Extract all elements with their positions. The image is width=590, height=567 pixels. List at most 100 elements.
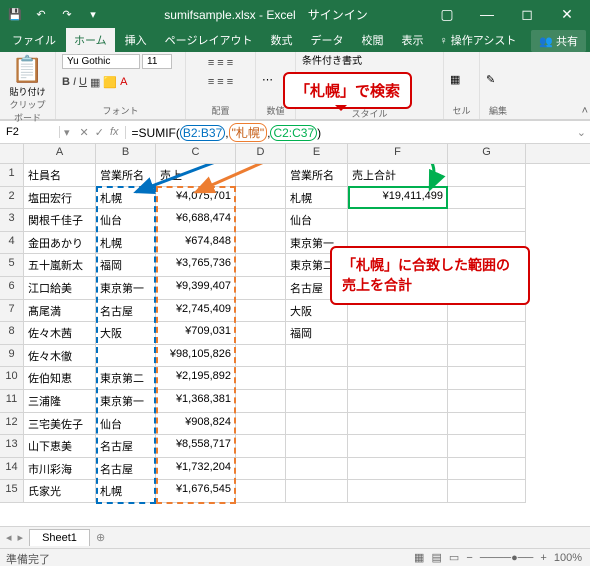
cell[interactable]: 札幌 <box>96 232 156 255</box>
name-box[interactable]: F2 <box>0 126 60 138</box>
paste-icon[interactable]: 📋 <box>11 54 43 85</box>
cell[interactable] <box>286 458 348 481</box>
cell[interactable]: 塩田宏行 <box>24 187 96 210</box>
ribbon-display-icon[interactable]: ▢ <box>428 6 466 23</box>
tab-formulas[interactable]: 数式 <box>262 28 300 52</box>
tab-review[interactable]: 校閲 <box>353 28 391 52</box>
row-header[interactable]: 6 <box>0 277 24 300</box>
select-all-corner[interactable] <box>0 144 24 163</box>
cell[interactable]: 三浦隆 <box>24 390 96 413</box>
align-bot-icon[interactable]: ≡ <box>227 57 233 69</box>
cell[interactable]: ¥3,765,736 <box>156 254 236 277</box>
signin-label[interactable]: サインイン <box>308 8 368 22</box>
cell[interactable]: 三宅美佐子 <box>24 413 96 436</box>
cell[interactable] <box>236 277 286 300</box>
row-header[interactable]: 3 <box>0 209 24 232</box>
cell[interactable]: 関根千佳子 <box>24 209 96 232</box>
align-top-icon[interactable]: ≡ <box>208 57 214 69</box>
cell[interactable]: 福岡 <box>286 322 348 345</box>
row-header[interactable]: 10 <box>0 367 24 390</box>
cell[interactable] <box>286 345 348 368</box>
cell[interactable] <box>286 390 348 413</box>
sheet-tab[interactable]: Sheet1 <box>29 529 90 546</box>
cell[interactable]: 佐々木茜 <box>24 322 96 345</box>
cell[interactable] <box>236 435 286 458</box>
cell[interactable] <box>448 367 526 390</box>
cell[interactable]: 札幌 <box>96 480 156 503</box>
cell[interactable] <box>448 322 526 345</box>
cell[interactable]: 福岡 <box>96 254 156 277</box>
cell[interactable]: ¥2,195,892 <box>156 367 236 390</box>
cell[interactable]: ¥9,399,407 <box>156 277 236 300</box>
cell[interactable] <box>348 435 448 458</box>
border-icon[interactable]: ▦ <box>90 76 100 89</box>
formula-expand-icon[interactable]: ⌄ <box>573 126 590 139</box>
number-format-icon[interactable]: ⋯ <box>262 73 273 86</box>
row-header[interactable]: 8 <box>0 322 24 345</box>
underline-icon[interactable]: U <box>79 76 87 89</box>
align-right-icon[interactable]: ≡ <box>227 76 233 88</box>
fill-color-icon[interactable]: 🟨 <box>103 76 117 89</box>
col-F[interactable]: F <box>348 144 448 163</box>
row-header[interactable]: 9 <box>0 345 24 368</box>
maximize-icon[interactable]: ◻ <box>508 6 546 23</box>
cell[interactable]: 山下恵美 <box>24 435 96 458</box>
fx-icon[interactable]: fx <box>110 126 119 139</box>
row-header[interactable]: 4 <box>0 232 24 255</box>
cell[interactable] <box>236 480 286 503</box>
cell[interactable] <box>286 435 348 458</box>
cell[interactable]: ¥98,105,826 <box>156 345 236 368</box>
cell[interactable]: 髙尾満 <box>24 300 96 323</box>
row-header[interactable]: 12 <box>0 413 24 436</box>
font-name[interactable]: Yu Gothic <box>62 54 140 69</box>
cell[interactable] <box>236 232 286 255</box>
col-G[interactable]: G <box>448 144 526 163</box>
cell[interactable] <box>236 345 286 368</box>
cell[interactable]: ¥908,824 <box>156 413 236 436</box>
collapse-ribbon-icon[interactable]: ˄ <box>582 105 588 117</box>
row-header[interactable]: 5 <box>0 254 24 277</box>
share-button[interactable]: 👥 共有 <box>531 30 586 52</box>
edit-icon[interactable]: ✎ <box>486 73 495 86</box>
cell[interactable]: 東京第二 <box>96 367 156 390</box>
tab-insert[interactable]: 挿入 <box>117 28 155 52</box>
cell[interactable] <box>236 458 286 481</box>
cell[interactable] <box>348 345 448 368</box>
cond-format[interactable]: 条件付き書式 <box>302 54 362 69</box>
formula-input[interactable]: =SUMIF(B2:B37,"札幌",C2:C37) <box>126 123 573 142</box>
cell[interactable]: 社員名 <box>24 164 96 187</box>
cancel-formula-icon[interactable]: ✕ <box>80 126 89 139</box>
cell[interactable] <box>96 345 156 368</box>
align-center-icon[interactable]: ≡ <box>217 76 223 88</box>
minimize-icon[interactable]: — <box>468 6 506 23</box>
tell-me[interactable]: ♀ 操作アシスト <box>433 28 522 52</box>
cell[interactable]: 名古屋 <box>96 300 156 323</box>
tab-data[interactable]: データ <box>302 28 351 52</box>
tab-home[interactable]: ホーム <box>66 28 115 52</box>
cell[interactable]: 大阪 <box>96 322 156 345</box>
italic-icon[interactable]: I <box>73 76 76 89</box>
cell[interactable] <box>348 390 448 413</box>
cell[interactable]: 名古屋 <box>96 458 156 481</box>
row-header[interactable]: 15 <box>0 480 24 503</box>
cell[interactable]: 佐伯知恵 <box>24 367 96 390</box>
cell[interactable] <box>286 480 348 503</box>
undo-icon[interactable]: ↶ <box>30 3 52 25</box>
col-A[interactable]: A <box>24 144 96 163</box>
align-mid-icon[interactable]: ≡ <box>217 57 223 69</box>
cell[interactable]: ¥2,745,409 <box>156 300 236 323</box>
cell[interactable] <box>448 413 526 436</box>
cell[interactable] <box>448 480 526 503</box>
align-left-icon[interactable]: ≡ <box>208 76 214 88</box>
cells-icon[interactable]: ▦ <box>450 73 460 86</box>
cell[interactable]: 佐々木徹 <box>24 345 96 368</box>
cell[interactable] <box>448 345 526 368</box>
cell[interactable]: 氏家光 <box>24 480 96 503</box>
cell[interactable] <box>236 367 286 390</box>
cell[interactable] <box>236 300 286 323</box>
cell[interactable] <box>448 435 526 458</box>
save-icon[interactable]: 💾 <box>4 3 26 25</box>
cell[interactable]: 東京第一 <box>96 277 156 300</box>
cell[interactable]: ¥8,558,717 <box>156 435 236 458</box>
cell[interactable] <box>448 209 526 232</box>
